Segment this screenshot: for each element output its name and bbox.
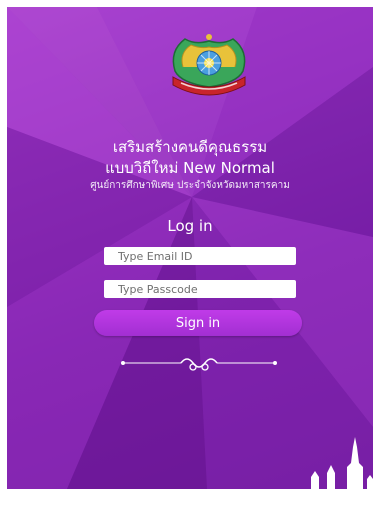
app-frame: เสริมสร้างคนดีคุณธรรม แบบวิถีใหม่ New No… — [0, 0, 383, 518]
login-screen: เสริมสร้างคนดีคุณธรรม แบบวิถีใหม่ New No… — [7, 7, 373, 489]
organization-name: ศูนย์การศึกษาพิเศษ ประจำจังหวัดมหาสารคาม — [90, 180, 290, 191]
login-heading: Log in — [167, 217, 213, 235]
email-input[interactable] — [104, 247, 296, 265]
ornament-divider-icon — [121, 358, 277, 371]
school-emblem-icon — [161, 31, 257, 103]
temple-silhouette-icon — [311, 437, 373, 489]
title-line-2: แบบวิถีใหม่ New Normal — [105, 159, 275, 177]
passcode-input[interactable] — [104, 280, 296, 298]
sign-in-button[interactable]: Sign in — [94, 310, 302, 336]
